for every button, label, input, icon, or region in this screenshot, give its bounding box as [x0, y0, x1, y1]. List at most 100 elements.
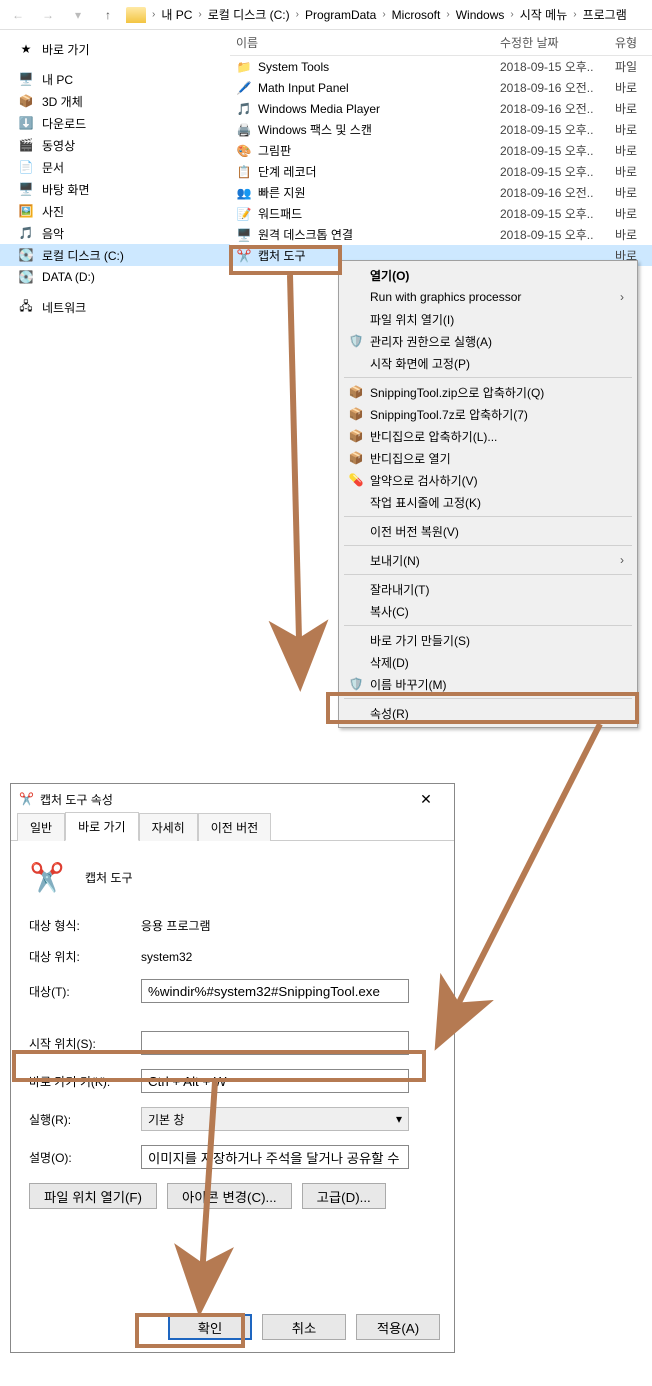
tab-details[interactable]: 자세히 — [139, 813, 198, 841]
chevron-down-icon: ▾ — [396, 1112, 402, 1126]
nav-desktop[interactable]: 🖥️바탕 화면 — [0, 178, 230, 200]
shortcut-key-input[interactable] — [141, 1069, 409, 1093]
nav-pictures[interactable]: 🖼️사진 — [0, 200, 230, 222]
ctx-copy[interactable]: 복사(C) — [342, 600, 634, 622]
close-button[interactable]: ✕ — [406, 785, 446, 813]
tab-previous[interactable]: 이전 버전 — [198, 813, 272, 841]
file-date: 2018-09-15 오후.. — [500, 226, 615, 243]
back-button[interactable]: ← — [6, 3, 30, 27]
drive-icon: 💽 — [18, 269, 34, 285]
nav-quick-access[interactable]: ★바로 가기 — [0, 38, 230, 60]
nav-documents[interactable]: 📄문서 — [0, 156, 230, 178]
file-icon: 👥 — [236, 185, 252, 201]
file-type: 바로 — [615, 142, 652, 159]
nav-c-drive[interactable]: 💽로컬 디스크 (C:) — [0, 244, 230, 266]
star-icon: ★ — [18, 41, 34, 57]
file-row[interactable]: 🖊️Math Input Panel2018-09-16 오전..바로 — [230, 77, 652, 98]
ctx-graphics[interactable]: Run with graphics processor — [342, 286, 634, 308]
file-type: 바로 — [615, 121, 652, 138]
shield-icon: 🛡️ — [348, 333, 364, 349]
file-date: 2018-09-16 오전.. — [500, 100, 615, 117]
target-input[interactable] — [141, 979, 409, 1003]
run-select[interactable]: 기본 창▾ — [141, 1107, 409, 1131]
context-menu: 열기(O) Run with graphics processor 파일 위치 … — [338, 260, 638, 728]
breadcrumb[interactable]: ›내 PC ›로컬 디스크 (C:) ›ProgramData ›Microso… — [152, 4, 646, 25]
ctx-create-shortcut[interactable]: 바로 가기 만들기(S) — [342, 629, 634, 651]
description-input[interactable] — [141, 1145, 409, 1169]
file-date: 2018-09-15 오후.. — [500, 58, 615, 75]
file-type: 바로 — [615, 205, 652, 222]
ctx-open[interactable]: 열기(O) — [342, 264, 634, 286]
file-name: 단계 레코더 — [258, 163, 317, 180]
pc-icon: 🖥️ — [18, 71, 34, 87]
file-row[interactable]: 📁System Tools2018-09-15 오후..파일 — [230, 56, 652, 77]
ctx-restore[interactable]: 이전 버전 복원(V) — [342, 520, 634, 542]
file-row[interactable]: 🎵Windows Media Player2018-09-16 오전..바로 — [230, 98, 652, 119]
start-in-input[interactable] — [141, 1031, 409, 1055]
label-target-location: 대상 위치: — [29, 948, 141, 965]
change-icon-button[interactable]: 아이콘 변경(C)... — [167, 1183, 292, 1209]
ctx-open-location[interactable]: 파일 위치 열기(I) — [342, 308, 634, 330]
nav-3d-objects[interactable]: 📦3D 개체 — [0, 90, 230, 112]
ctx-zip[interactable]: 📦SnippingTool.zip으로 압축하기(Q) — [342, 381, 634, 403]
desktop-icon: 🖥️ — [18, 181, 34, 197]
apply-button[interactable]: 적용(A) — [356, 1314, 440, 1340]
file-icon: 📋 — [236, 164, 252, 180]
drive-icon: 💽 — [18, 247, 34, 263]
file-icon: 🖊️ — [236, 80, 252, 96]
file-name: Math Input Panel — [258, 81, 349, 95]
doc-icon: 📄 — [18, 159, 34, 175]
value-target-type: 응용 프로그램 — [141, 917, 436, 934]
up-button[interactable]: ↑ — [96, 3, 120, 27]
dropdown-nav-icon[interactable]: ▾ — [66, 3, 90, 27]
ctx-run-admin[interactable]: 🛡️관리자 권한으로 실행(A) — [342, 330, 634, 352]
ok-button[interactable]: 확인 — [168, 1314, 252, 1340]
forward-button[interactable]: → — [36, 3, 60, 27]
file-name: Windows 팩스 및 스캔 — [258, 121, 372, 138]
file-icon: ✂️ — [236, 248, 252, 264]
ctx-properties[interactable]: 속성(R) — [342, 702, 634, 724]
tab-shortcut[interactable]: 바로 가기 — [65, 812, 139, 841]
nav-d-drive[interactable]: 💽DATA (D:) — [0, 266, 230, 288]
pill-icon: 💊 — [348, 472, 364, 488]
file-row[interactable]: 📋단계 레코더2018-09-15 오후..바로 — [230, 161, 652, 182]
dialog-title: 캡처 도구 속성 — [40, 791, 113, 808]
nav-this-pc[interactable]: 🖥️내 PC — [0, 68, 230, 90]
column-headers[interactable]: 이름 수정한 날짜 유형 — [230, 30, 652, 56]
archive-icon: 📦 — [348, 450, 364, 466]
file-type: 바로 — [615, 184, 652, 201]
ctx-bandizip-open[interactable]: 📦반디집으로 열기 — [342, 447, 634, 469]
file-row[interactable]: 🎨그림판2018-09-15 오후..바로 — [230, 140, 652, 161]
ctx-rename[interactable]: 🛡️이름 바꾸기(M) — [342, 673, 634, 695]
ctx-scan[interactable]: 💊알약으로 검사하기(V) — [342, 469, 634, 491]
open-location-button[interactable]: 파일 위치 열기(F) — [29, 1183, 157, 1209]
download-icon: ⬇️ — [18, 115, 34, 131]
ctx-pin-start[interactable]: 시작 화면에 고정(P) — [342, 352, 634, 374]
file-date: 2018-09-15 오후.. — [500, 205, 615, 222]
archive-icon: 📦 — [348, 428, 364, 444]
nav-downloads[interactable]: ⬇️다운로드 — [0, 112, 230, 134]
ctx-bandizip[interactable]: 📦반디집으로 압축하기(L)... — [342, 425, 634, 447]
file-row[interactable]: 🖥️원격 데스크톱 연결2018-09-15 오후..바로 — [230, 224, 652, 245]
ctx-cut[interactable]: 잘라내기(T) — [342, 578, 634, 600]
file-date: 2018-09-15 오후.. — [500, 163, 615, 180]
file-name: Windows Media Player — [258, 102, 380, 116]
file-row[interactable]: 🖨️Windows 팩스 및 스캔2018-09-15 오후..바로 — [230, 119, 652, 140]
file-row[interactable]: 👥빠른 지원2018-09-16 오전..바로 — [230, 182, 652, 203]
ctx-sendto[interactable]: 보내기(N) — [342, 549, 634, 571]
tab-strip: 일반 바로 가기 자세히 이전 버전 — [11, 814, 454, 840]
ctx-pin-taskbar[interactable]: 작업 표시줄에 고정(K) — [342, 491, 634, 513]
tab-general[interactable]: 일반 — [17, 813, 65, 841]
file-row[interactable]: 📝워드패드2018-09-15 오후..바로 — [230, 203, 652, 224]
col-date: 수정한 날짜 — [500, 34, 615, 51]
col-name: 이름 — [230, 34, 500, 51]
ctx-7z[interactable]: 📦SnippingTool.7z로 압축하기(7) — [342, 403, 634, 425]
file-name: System Tools — [258, 60, 329, 74]
file-type: 바로 — [615, 100, 652, 117]
nav-music[interactable]: 🎵음악 — [0, 222, 230, 244]
cancel-button[interactable]: 취소 — [262, 1314, 346, 1340]
ctx-delete[interactable]: 삭제(D) — [342, 651, 634, 673]
nav-network[interactable]: 🖧네트워크 — [0, 296, 230, 318]
nav-videos[interactable]: 🎬동영상 — [0, 134, 230, 156]
advanced-button[interactable]: 고급(D)... — [302, 1183, 386, 1209]
